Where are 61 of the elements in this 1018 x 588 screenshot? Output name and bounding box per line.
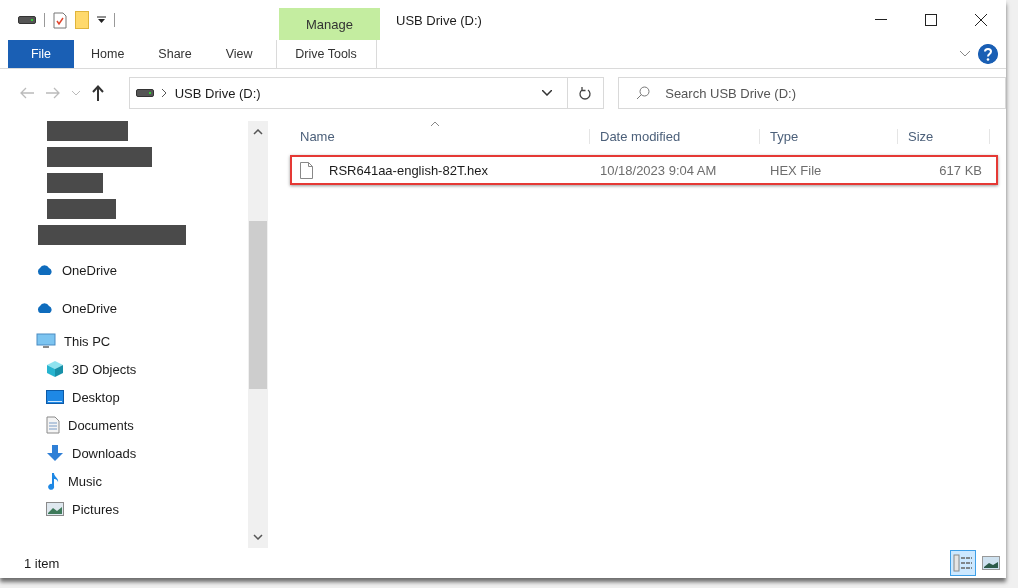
scrollbar[interactable] (248, 121, 268, 548)
sidebar-item[interactable]: Downloads (72, 445, 137, 461)
cloud-icon (36, 264, 54, 276)
minimize-icon[interactable] (875, 19, 887, 21)
up-arrow-icon[interactable] (92, 85, 104, 101)
file-icon (300, 161, 313, 179)
file-size: 617 KB (938, 162, 983, 178)
address-bar[interactable]: USB Drive (D:) (128, 77, 568, 109)
help-icon[interactable] (978, 44, 998, 64)
refresh-icon[interactable] (579, 86, 592, 100)
down-arrow-icon (46, 444, 64, 462)
dropdown-icon[interactable] (97, 16, 106, 24)
maximize-icon[interactable] (925, 14, 937, 26)
date-modified: 10/18/2023 9:04 AM (599, 162, 718, 178)
column-header[interactable]: Type (760, 128, 898, 144)
window-title: USB Drive (D:) (396, 12, 482, 28)
chevron-down-icon[interactable] (541, 90, 552, 96)
breadcrumb[interactable]: USB Drive (D:) (174, 85, 261, 101)
landscape-icon (46, 502, 64, 516)
monitor-icon (36, 333, 56, 349)
sidebar-item[interactable]: This PC (64, 333, 111, 349)
file-type: HEX File (769, 162, 823, 178)
landscape-icon[interactable] (982, 556, 1000, 570)
column-header[interactable]: Name (290, 128, 590, 144)
sidebar-item[interactable]: Music (68, 473, 102, 489)
ribbon-tab[interactable]: Share (141, 40, 209, 68)
sidebar-item[interactable]: OneDrive (62, 300, 117, 316)
properties-icon[interactable] (53, 11, 67, 29)
document-icon (46, 416, 60, 434)
sidebar-item[interactable]: Documents (68, 417, 134, 433)
close-icon[interactable] (975, 14, 987, 26)
sort-ascending-icon (430, 121, 440, 127)
redaction-bar (47, 173, 103, 193)
sidebar-item[interactable]: OneDrive (62, 262, 117, 278)
drive-icon (135, 89, 154, 97)
ribbon-tab[interactable]: Home (74, 40, 142, 68)
sidebar-item[interactable]: Pictures (72, 501, 119, 517)
item-count: 1 item (24, 555, 60, 571)
file-name: RSR641aa-english-82T.hex (328, 162, 488, 178)
cloud-icon (36, 302, 54, 314)
ribbon-tab[interactable]: Drive Tools (275, 40, 377, 68)
sidebar-item[interactable]: Desktop (72, 389, 120, 405)
column-header[interactable]: Size (898, 128, 990, 144)
music-note-icon (46, 472, 60, 490)
refresh-button[interactable] (567, 77, 605, 109)
desktop-icon (46, 390, 64, 404)
search-field[interactable]: Search USB Drive (D:) (618, 77, 1006, 109)
drive-icon (18, 16, 36, 24)
ribbon-tab[interactable]: View (208, 40, 270, 68)
cube-icon (46, 360, 64, 378)
chevron-right-icon (161, 89, 167, 97)
redaction-bar (47, 199, 116, 219)
ribbon-tab[interactable]: File (8, 40, 74, 68)
file-row[interactable]: RSR641aa-english-82T.hex 10/18/2023 9:04 AM HEX File 617 KB (290, 155, 998, 185)
column-header[interactable]: Date modified (590, 128, 760, 144)
sidebar-item[interactable]: 3D Objects (72, 361, 137, 377)
scrollbar-thumb[interactable] (249, 220, 267, 389)
scroll-up-icon[interactable] (253, 129, 263, 135)
search-icon (636, 86, 651, 100)
contextual-tab-header: Manage (279, 8, 380, 40)
scroll-down-icon[interactable] (253, 534, 263, 540)
